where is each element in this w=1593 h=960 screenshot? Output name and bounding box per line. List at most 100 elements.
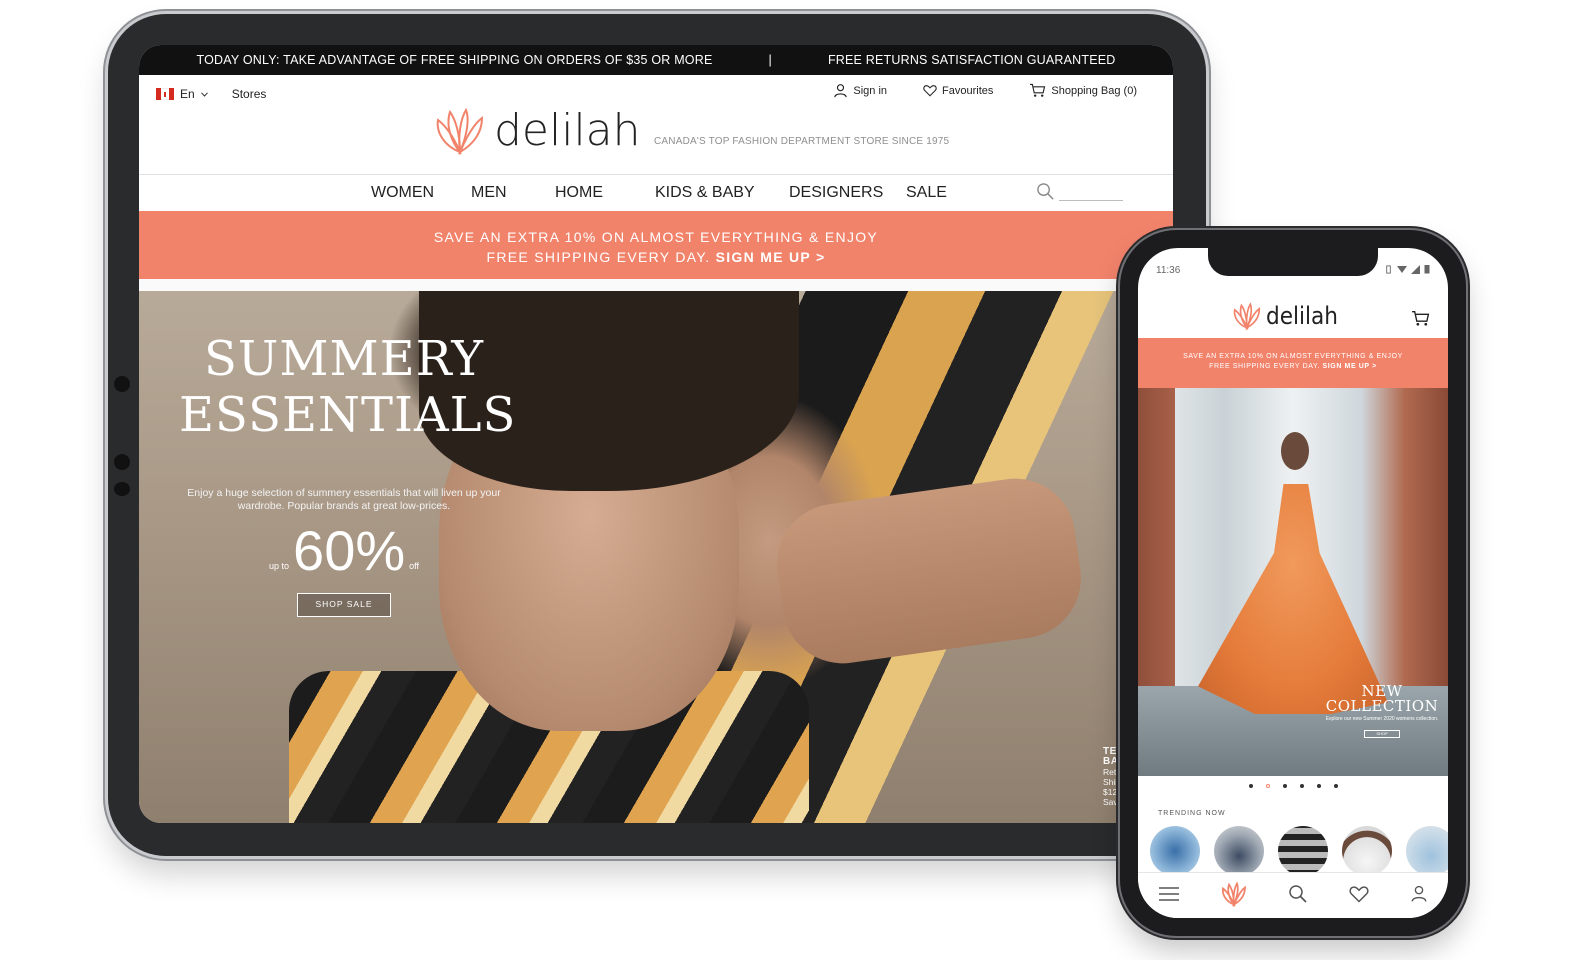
mobile-hero-copy: NEW COLLECTION Explore our new Summer 20… [1322, 684, 1442, 740]
heart-icon[interactable] [1349, 885, 1369, 903]
shopping-bag-label: Shopping Bag (0) [1051, 84, 1137, 97]
main-navigation: WOMEN MEN HOME KIDS & BABY DESIGNERS SAL… [139, 175, 1173, 211]
trending-products [1150, 826, 1448, 876]
hero-up-to: up to [269, 561, 290, 571]
cart-icon [1412, 310, 1430, 326]
mobile-logo[interactable]: delilah [1232, 302, 1338, 330]
mobile-hero-subtitle: Explore our new Summer 2020 womens colle… [1325, 716, 1439, 722]
language-label: En [180, 87, 195, 101]
site-logo[interactable]: delilah [434, 105, 641, 156]
canada-flag-icon [156, 88, 174, 100]
search-box[interactable] [1036, 182, 1123, 201]
nav-item-women[interactable]: WOMEN [371, 184, 434, 202]
hero-image-arm [769, 470, 1089, 672]
petal-logo-icon [1233, 302, 1261, 330]
favourites-label: Favourites [942, 84, 994, 97]
nav-item-kids-baby[interactable]: KIDS & BABY [655, 184, 755, 202]
carousel-dot[interactable] [1299, 784, 1304, 788]
battery-icon [1424, 265, 1430, 274]
phone-notch [1208, 248, 1378, 276]
trending-item-jacket[interactable] [1214, 826, 1264, 876]
hero-off: off [409, 561, 419, 571]
trending-item-top[interactable] [1278, 826, 1328, 876]
hero-title-line-1: SUMMERY [203, 331, 485, 387]
hero-copy: SUMMERY ESSENTIALS Enjoy a huge selectio… [179, 331, 517, 617]
tablet-screen: TODAY ONLY: TAKE ADVANTAGE OF FREE SHIPP… [139, 45, 1173, 823]
carousel-dot[interactable] [1333, 784, 1338, 788]
announcement-returns: FREE RETURNS SATISFACTION GUARANTEED [827, 53, 1116, 67]
mobile-sign-me-up-link[interactable]: SIGN ME UP > [1322, 363, 1376, 370]
tablet-side-button [114, 482, 130, 496]
mobile-promo-line-1: SAVE AN EXTRA 10% ON ALMOST EVERYTHING &… [1183, 353, 1403, 360]
mobile-promo-banner[interactable]: SAVE AN EXTRA 10% ON ALMOST EVERYTHING &… [1138, 338, 1448, 388]
signal-icon [1411, 264, 1420, 274]
phone-device: 11:36 delilah SAVE AN EXTRA 10% ON ALMOS… [1120, 230, 1466, 936]
hero-title-line-2: ESSENTIALS [179, 387, 517, 443]
stores-link[interactable]: Stores [232, 87, 267, 101]
shop-sale-button[interactable]: SHOP SALE [297, 593, 391, 617]
promo-line-2: FREE SHIPPING EVERY DAY. [486, 249, 711, 265]
tablet-side-button [114, 454, 130, 470]
mobile-hero-banner[interactable]: NEW COLLECTION Explore our new Summer 20… [1138, 388, 1448, 776]
trending-item-shirt[interactable] [1406, 826, 1448, 876]
trending-now-label: TRENDING NOW [1158, 810, 1226, 817]
carousel-dot[interactable] [1282, 784, 1287, 788]
mobile-hero-model-head [1281, 432, 1309, 470]
mobile-hero-title-line-2: COLLECTION [1325, 697, 1439, 715]
cart-icon [1030, 83, 1046, 97]
petal-logo-icon [436, 107, 484, 156]
menu-icon[interactable] [1158, 886, 1180, 902]
search-icon [1037, 183, 1054, 200]
mobile-cart-button[interactable] [1411, 310, 1430, 332]
promo-line-1: SAVE AN EXTRA 10% ON ALMOST EVERYTHING &… [433, 229, 879, 245]
account-links: Sign in Favourites Shopping Bag (0) [833, 83, 1137, 98]
site-header: En Stores Sign in Favourites Shopping Ba… [139, 75, 1173, 175]
sign-in-link[interactable]: Sign in [833, 83, 887, 98]
nav-item-home[interactable]: HOME [555, 184, 603, 202]
trending-item-heels[interactable] [1150, 826, 1200, 876]
heart-icon [923, 85, 937, 97]
nav-item-designers[interactable]: DESIGNERS [789, 184, 883, 202]
chevron-down-icon [200, 91, 208, 97]
carousel-dot[interactable] [1248, 784, 1253, 788]
phone-screen: 11:36 delilah SAVE AN EXTRA 10% ON ALMOS… [1138, 248, 1448, 918]
carousel-dots [1138, 784, 1448, 788]
mobile-header: delilah [1138, 296, 1448, 338]
sign-in-label: Sign in [853, 84, 888, 97]
promo-banner[interactable]: SAVE AN EXTRA 10% ON ALMOST EVERYTHING &… [139, 211, 1173, 279]
shopping-bag-link[interactable]: Shopping Bag (0) [1029, 83, 1137, 98]
logo-wordmark: delilah [494, 105, 641, 156]
locale-selector[interactable]: En Stores [156, 87, 266, 101]
search-input[interactable] [1059, 185, 1123, 201]
carousel-dot[interactable] [1265, 784, 1270, 788]
status-icons [1384, 264, 1430, 274]
mobile-hero-shop-button[interactable]: SHOP [1364, 730, 1400, 738]
site-tagline: CANADA'S TOP FASHION DEPARTMENT STORE SI… [654, 136, 950, 147]
trending-item-tee[interactable] [1342, 826, 1392, 876]
announcement-bar: TODAY ONLY: TAKE ADVANTAGE OF FREE SHIPP… [139, 45, 1173, 75]
tablet-device: TODAY ONLY: TAKE ADVANTAGE OF FREE SHIPP… [108, 14, 1206, 856]
mobile-tab-bar [1138, 872, 1448, 918]
sign-me-up-link[interactable]: SIGN ME UP > [716, 249, 826, 265]
tablet-camera [114, 376, 130, 392]
nav-item-men[interactable]: MEN [471, 184, 507, 202]
favourites-link[interactable]: Favourites [923, 83, 993, 98]
vibrate-icon [1386, 264, 1391, 274]
mobile-hero-dress [1198, 484, 1388, 714]
hero-banner[interactable]: SUMMERY ESSENTIALS Enjoy a huge selectio… [139, 291, 1173, 823]
hero-discount: up to 60% off [179, 523, 509, 579]
nav-item-sale[interactable]: SALE [906, 184, 947, 202]
wifi-icon [1397, 265, 1407, 273]
status-time: 11:36 [1156, 265, 1181, 276]
announcement-separator: | [768, 53, 772, 67]
hero-title: SUMMERY ESSENTIALS [179, 331, 517, 443]
search-icon[interactable] [1288, 884, 1308, 904]
announcement-shipping: TODAY ONLY: TAKE ADVANTAGE OF FREE SHIPP… [196, 53, 713, 67]
carousel-dot[interactable] [1316, 784, 1321, 788]
mobile-logo-wordmark: delilah [1266, 302, 1338, 330]
user-icon [834, 84, 848, 98]
petal-home-icon[interactable] [1221, 881, 1247, 907]
hero-percent: 60% [293, 519, 406, 582]
hero-subtitle: Enjoy a huge selection of summery essent… [187, 487, 501, 512]
user-icon[interactable] [1410, 884, 1428, 903]
